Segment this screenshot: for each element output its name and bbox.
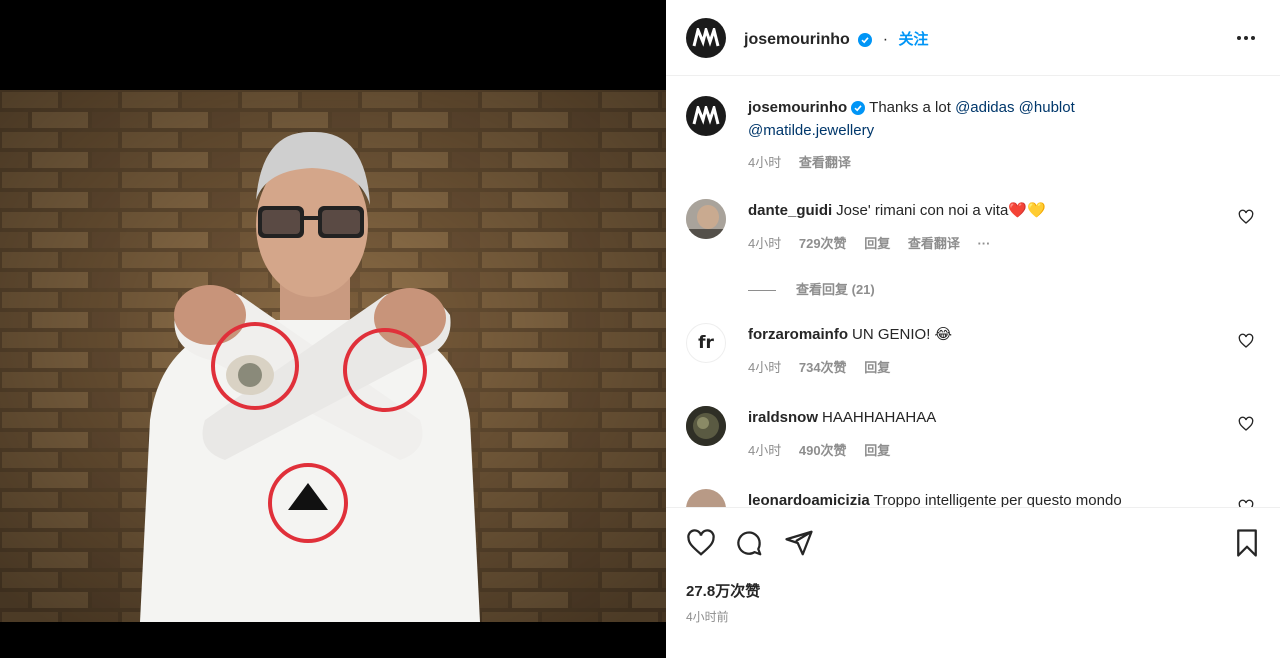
comment-meta: 4小时 490次赞 回复 [748,440,904,459]
like-icon[interactable] [686,528,716,558]
caption-avatar[interactable] [686,96,726,136]
share-icon[interactable] [784,528,814,558]
comment-username[interactable]: dante_guidi [748,202,832,219]
reply-button[interactable]: 回复 [864,443,890,458]
comment-text: forzaromainfo UN GENIO! 😂 [748,323,1228,346]
caption-translate-button[interactable]: 查看翻译 [799,155,851,170]
caption: josemourinho Thanks a lot @adidas @hublot… [686,96,1260,170]
comment-likes[interactable]: 729次赞 [799,236,847,251]
forzaroma-logo: fr [698,333,714,353]
comment-body: Troppo intelligente per questo mondo [873,492,1122,507]
comment-avatar[interactable]: fr [686,323,726,363]
caption-time: 4小时 [748,155,782,170]
comment-like-icon[interactable] [1238,333,1254,349]
comment-item: dante_guidi Jose' rimani con noi a vita❤️… [686,199,1260,299]
user-photo-icon [686,406,726,446]
bookmark-icon[interactable] [1232,528,1262,558]
mention-matilde[interactable]: @matilde.jewellery [748,122,874,139]
comment-avatar[interactable] [686,406,726,446]
comment-time: 4小时 [748,443,782,458]
comment-like-icon[interactable] [1238,209,1254,225]
comment-translate-button[interactable]: 查看翻译 [908,236,960,251]
comment-icon[interactable] [734,528,764,558]
follow-button[interactable]: 关注 [898,31,928,48]
caption-username[interactable]: josemourinho [748,99,847,116]
more-options-icon[interactable] [1234,26,1258,50]
comment-likes[interactable]: 490次赞 [799,443,847,458]
comment-text: dante_guidi Jose' rimani con noi a vita❤️… [748,199,1228,222]
likes-count[interactable]: 27.8万次赞 [686,580,760,601]
mourinho-logo-icon [692,28,720,47]
comment-item: leonardoamicizia Troppo intelligente per … [686,489,1260,507]
header-username[interactable]: josemourinho [744,31,850,48]
author-avatar[interactable] [686,18,726,58]
comment-like-icon[interactable] [1238,499,1254,507]
comment-avatar[interactable] [686,489,726,507]
comment-item: iraldsnow HAAHHAHAHAA 4小时 490次赞 回复 [686,406,1260,466]
user-photo-icon [686,199,726,239]
comment-like-icon[interactable] [1238,416,1254,432]
photo-illustration [0,90,666,622]
comment-body: UN GENIO! [852,326,931,343]
post-panel: josemourinho · 关注 josemourinho Thanks a l… [666,0,1280,658]
caption-text: josemourinho Thanks a lot @adidas @hublot… [748,96,1228,142]
comment-body: HAAHHAHAHAA [822,409,937,426]
header-user-row: josemourinho · 关注 [744,28,928,49]
comment-text: leonardoamicizia Troppo intelligente per … [748,489,1228,507]
comment-likes[interactable]: 734次赞 [799,360,847,375]
comment-body: Jose' rimani con noi a vita [836,202,1009,219]
reply-button[interactable]: 回复 [864,236,890,251]
post-photo[interactable] [0,90,666,622]
mention-hublot[interactable]: @hublot [1019,99,1075,116]
comment-avatar[interactable] [686,199,726,239]
comment-text: iraldsnow HAAHHAHAHAA [748,406,1228,429]
comment-username[interactable]: iraldsnow [748,409,818,426]
comment-more-button[interactable]: ··· [977,236,990,251]
comment-meta: 4小时 734次赞 回复 [748,357,904,376]
comments-list[interactable]: josemourinho Thanks a lot @adidas @hublot… [666,77,1280,507]
comment-meta: 4小时 729次赞 回复 查看翻译 ··· [748,233,1004,252]
comment-time: 4小时 [748,236,782,251]
caption-meta: 4小时 查看翻译 [748,152,865,171]
comment-item: fr forzaromainfo UN GENIO! 😂 4小时 734次赞 回复 [686,323,1260,383]
comment-time: 4小时 [748,360,782,375]
view-replies-button[interactable]: 查看回复 (21) [748,279,875,298]
mention-adidas[interactable]: @adidas [955,99,1014,116]
verified-badge-icon [858,32,873,47]
post-timestamp: 4小时前 [686,610,729,624]
mourinho-logo-icon [692,106,720,125]
comment-username[interactable]: forzaromainfo [748,326,848,343]
comment-username[interactable]: leonardoamicizia [748,492,870,507]
header-separator: · [882,31,889,48]
replies-line [748,290,776,292]
comment-emoji: 😂 [934,326,953,343]
post-actions: 27.8万次赞 4小时前 [666,507,1280,658]
caption-body: Thanks a lot [869,99,951,116]
view-replies-label: 查看回复 (21) [796,282,875,297]
post-header: josemourinho · 关注 [666,0,1280,76]
post-media [0,0,666,658]
comment-emoji: ❤️💛 [1008,202,1046,219]
verified-badge-icon [851,101,866,116]
reply-button[interactable]: 回复 [864,360,890,375]
